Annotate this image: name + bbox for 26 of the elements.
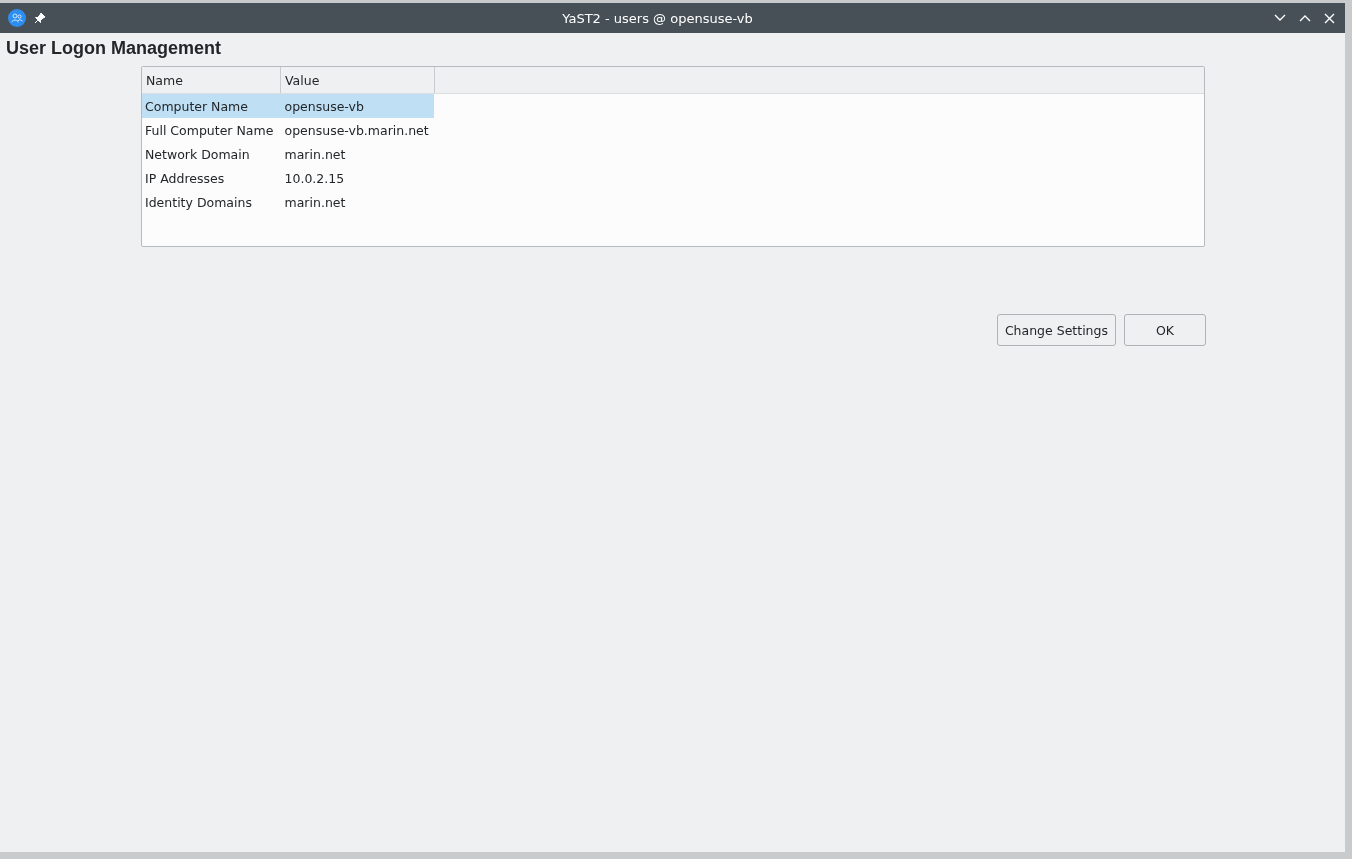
table-row[interactable]: IP Addresses 10.0.2.15: [142, 166, 434, 190]
table-cell-text: opensuse-vb.marin.net: [283, 122, 430, 138]
dialog-heading: User Logon Management: [6, 38, 223, 59]
window-title: YaST2 - users @ opensuse-vb: [561, 10, 754, 26]
minimize-icon[interactable]: [1274, 14, 1286, 22]
table-cell-text: marin.net: [283, 146, 347, 162]
table-row[interactable]: Identity Domains marin.net: [142, 190, 434, 214]
table-row[interactable]: Network Domain marin.net: [142, 142, 434, 166]
table-cell-text: opensuse-vb: [283, 98, 365, 114]
maximize-icon[interactable]: [1299, 14, 1311, 22]
table-cell-text: marin.net: [283, 194, 347, 210]
table-row[interactable]: Computer Name opensuse-vb: [142, 94, 434, 118]
dialog-button[interactable]: OK: [1124, 314, 1206, 346]
table-cell-text: Identity Domains: [144, 194, 253, 210]
column-header[interactable]: Value: [281, 67, 435, 93]
table-cell-text: IP Addresses: [144, 170, 226, 186]
table-cell-text: 10.0.2.15: [283, 170, 346, 186]
close-icon[interactable]: [1324, 12, 1335, 24]
column-header[interactable]: Name: [142, 67, 281, 93]
users-icon: [8, 9, 26, 27]
table-cell-text: Network Domain: [144, 146, 251, 162]
table-row[interactable]: Full Computer Name opensuse-vb.marin.net: [142, 118, 434, 142]
table-cell-text: Computer Name: [144, 98, 249, 114]
table-cell-text: Full Computer Name: [144, 122, 275, 138]
dialog-button[interactable]: Change Settings: [996, 314, 1116, 346]
pin-icon[interactable]: [34, 12, 46, 24]
